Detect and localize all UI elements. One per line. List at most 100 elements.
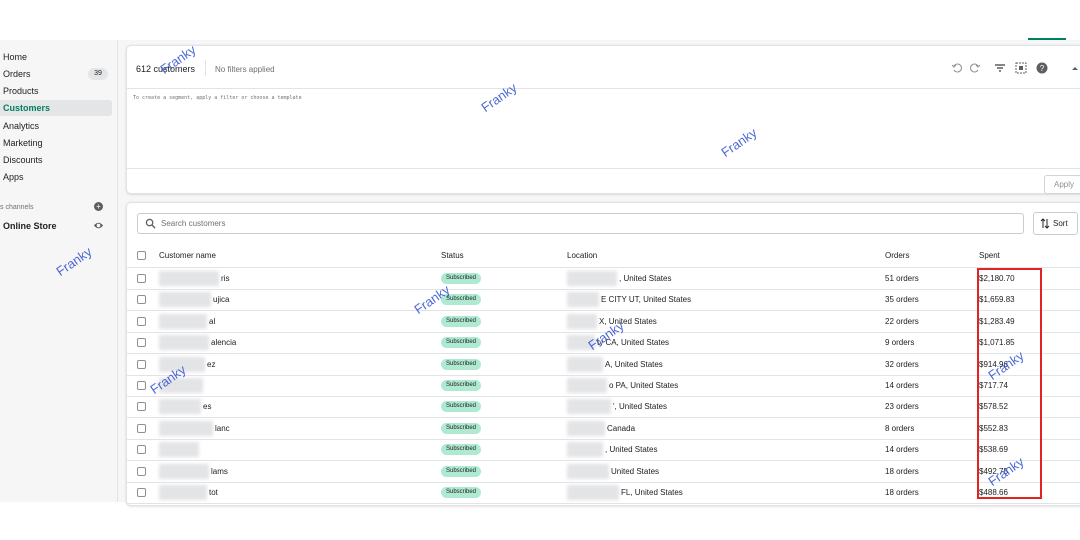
customer-location: o PA, United States bbox=[609, 381, 679, 390]
table-row[interactable]: Subscribed, United States 14 orders $538.6… bbox=[127, 439, 1080, 462]
divider bbox=[205, 60, 206, 76]
status-badge: Subscribed bbox=[441, 465, 482, 477]
redacted-location bbox=[567, 313, 597, 329]
redacted-name bbox=[159, 335, 209, 351]
row-checkbox[interactable] bbox=[137, 423, 146, 433]
search-icon bbox=[145, 218, 156, 229]
redacted-name bbox=[159, 399, 201, 415]
sidebar-item-customers[interactable]: Customers bbox=[0, 100, 112, 116]
eye-icon[interactable] bbox=[93, 220, 104, 231]
select-all-checkbox[interactable] bbox=[137, 251, 146, 260]
redacted-location bbox=[567, 271, 617, 286]
segment-hint: To create a segment, apply a filter or c… bbox=[133, 95, 302, 101]
sales-channels-label: s channels bbox=[0, 204, 34, 211]
status-badge: Subscribed bbox=[441, 444, 482, 456]
status-badge: Subscribed bbox=[441, 380, 482, 391]
row-checkbox[interactable] bbox=[137, 338, 146, 348]
customer-name[interactable]: es bbox=[203, 402, 211, 411]
redacted-location bbox=[567, 485, 619, 500]
sidebar-item-products[interactable]: Products bbox=[0, 83, 112, 99]
row-checkbox[interactable] bbox=[137, 466, 146, 476]
customer-name[interactable]: ez bbox=[207, 360, 215, 369]
redacted-name bbox=[159, 463, 209, 479]
sidebar-item-discounts[interactable]: Discounts bbox=[0, 152, 112, 168]
customers-table-card: Search customers Sort Customer name Stat… bbox=[126, 202, 1080, 506]
redacted-name bbox=[159, 442, 199, 458]
help-icon[interactable]: ? bbox=[1036, 62, 1048, 74]
top-bar bbox=[0, 0, 1080, 41]
sidebar-item-marketing[interactable]: Marketing bbox=[0, 135, 112, 151]
row-checkbox[interactable] bbox=[137, 316, 146, 326]
customer-location: FL, United States bbox=[621, 488, 683, 497]
row-checkbox[interactable] bbox=[137, 359, 146, 369]
status-badge: Subscribed bbox=[441, 422, 482, 434]
undo-icon[interactable] bbox=[951, 62, 963, 74]
column-header-spent[interactable]: Spent bbox=[979, 251, 1000, 260]
customer-location: E CITY UT, United States bbox=[601, 295, 692, 305]
search-placeholder: Search customers bbox=[161, 219, 226, 228]
redacted-location bbox=[567, 399, 611, 415]
redacted-location bbox=[567, 292, 599, 308]
search-input[interactable]: Search customers bbox=[137, 213, 1024, 234]
customer-orders: 14 orders bbox=[885, 381, 919, 390]
customer-location: , United States bbox=[605, 445, 658, 455]
status-badge: Subscribed bbox=[441, 315, 482, 327]
redacted-location bbox=[567, 463, 609, 479]
table-row[interactable]: ez Subscribed A, United States 32 orders $91… bbox=[127, 354, 1080, 376]
row-checkbox[interactable] bbox=[137, 295, 146, 305]
chevron-up-icon[interactable] bbox=[1069, 62, 1080, 74]
customer-name[interactable]: ris bbox=[221, 274, 229, 283]
column-header-status[interactable]: Status bbox=[441, 251, 464, 260]
status-badge: Subscribed bbox=[441, 487, 482, 498]
customer-name[interactable]: al bbox=[209, 317, 215, 326]
sidebar-item-home[interactable]: Home bbox=[0, 49, 112, 65]
customer-location: United States bbox=[611, 466, 660, 476]
table-row[interactable]: Subscribed o PA, United States 14 orders $7… bbox=[127, 375, 1080, 397]
customer-orders: 23 orders bbox=[885, 402, 919, 412]
column-header-orders[interactable]: Orders bbox=[885, 251, 909, 260]
redacted-name bbox=[159, 271, 219, 286]
column-header-location[interactable]: Location bbox=[567, 251, 597, 260]
columns-icon[interactable] bbox=[1015, 62, 1027, 74]
customer-orders: 18 orders bbox=[885, 466, 919, 476]
redacted-name bbox=[159, 313, 207, 329]
customer-name[interactable]: tot bbox=[209, 488, 218, 497]
table-header: Customer name Status Location Orders Spe… bbox=[127, 244, 1080, 268]
row-checkbox[interactable] bbox=[137, 445, 146, 455]
redo-icon[interactable] bbox=[969, 62, 981, 74]
table-row[interactable]: lanc Subscribed Canada 8 orders $552.83 bbox=[127, 418, 1080, 440]
add-sales-channel-icon[interactable]: + bbox=[94, 202, 103, 211]
segment-card: 612 customers No filters applied ? To cr… bbox=[126, 45, 1080, 194]
customer-orders: 22 orders bbox=[885, 316, 919, 326]
table-row[interactable]: tot Subscribed FL, United States 18 orders $… bbox=[127, 482, 1080, 504]
column-header-name[interactable]: Customer name bbox=[159, 251, 216, 260]
table-row[interactable]: lams Subscribed United States 18 orders $492… bbox=[127, 461, 1080, 483]
filter-status: No filters applied bbox=[215, 65, 275, 74]
filter-icon[interactable] bbox=[994, 62, 1006, 74]
customer-name[interactable]: alencia bbox=[211, 338, 236, 347]
status-badge: Subscribed bbox=[441, 401, 482, 413]
customer-name[interactable]: lanc bbox=[215, 424, 230, 433]
segment-query-editor[interactable]: To create a segment, apply a filter or c… bbox=[127, 88, 1080, 169]
row-checkbox[interactable] bbox=[137, 402, 146, 412]
customer-name[interactable]: lams bbox=[211, 467, 228, 476]
row-checkbox[interactable] bbox=[137, 488, 146, 497]
row-checkbox[interactable] bbox=[137, 381, 146, 390]
sidebar-item-online-store[interactable]: Online Store bbox=[3, 221, 57, 231]
sidebar-item-analytics[interactable]: Analytics bbox=[0, 118, 112, 134]
redacted-location bbox=[567, 420, 605, 436]
sidebar-item-apps[interactable]: Apps bbox=[0, 169, 112, 185]
customer-location: Canada bbox=[607, 423, 636, 433]
sort-button[interactable]: Sort bbox=[1033, 212, 1078, 235]
table-row[interactable]: ujica Subscribed E CITY UT, United States 3… bbox=[127, 289, 1080, 312]
customer-name[interactable]: ujica bbox=[213, 295, 229, 304]
orders-count-badge: 39 bbox=[88, 68, 108, 80]
sort-icon bbox=[1040, 218, 1050, 229]
redacted-location bbox=[567, 378, 607, 393]
apply-button[interactable]: Apply bbox=[1044, 175, 1080, 194]
redacted-name bbox=[159, 292, 211, 308]
sidebar-item-orders[interactable]: Orders 39 bbox=[0, 66, 112, 82]
table-row[interactable]: es Subscribed ', United States 23 orders $57… bbox=[127, 396, 1080, 419]
table-row[interactable]: ris Subscribed, United States 51 orders $2,… bbox=[127, 268, 1080, 290]
row-checkbox[interactable] bbox=[137, 274, 146, 283]
